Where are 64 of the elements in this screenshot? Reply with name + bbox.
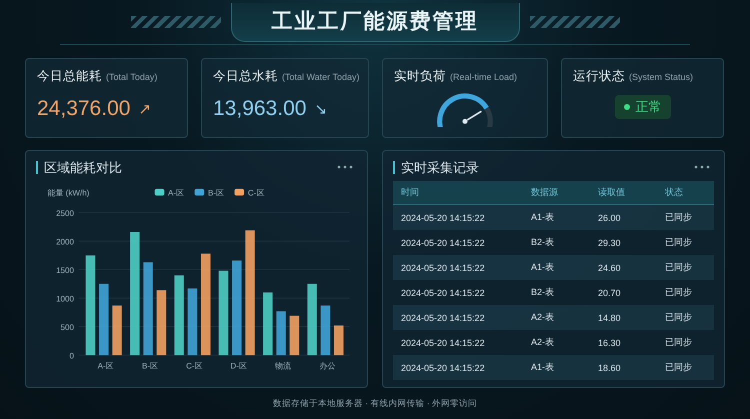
legend-swatch (194, 188, 204, 196)
status-badge: 正常 (614, 94, 670, 118)
table-cell-text: 2024-05-20 14:15:22 (401, 312, 486, 322)
table-cell-text: B2-表 (531, 286, 556, 299)
card-label: 今日总水耗 (213, 68, 278, 85)
table-cell-text: A1-表 (531, 261, 556, 274)
trend-arrow: ↘ (314, 100, 328, 118)
card-sublabel: (Real-time Load) (450, 72, 518, 82)
bar (290, 316, 300, 356)
more-icon[interactable] (694, 165, 710, 169)
card-label: 今日总能耗 (37, 68, 102, 85)
bar (156, 290, 166, 356)
table-cell-text: 2024-05-20 14:15:22 (401, 362, 486, 372)
card-sublabel: (Total Water Today) (282, 72, 360, 82)
card-sublabel: (Total Today) (106, 72, 158, 82)
legend-swatch (234, 188, 244, 196)
table-cell-text: 2024-05-20 14:15:22 (401, 288, 486, 298)
table-cell-text: A2-表 (531, 311, 556, 324)
table-cell-text: 2024-05-20 14:15:22 (401, 212, 486, 222)
legend-swatch (154, 188, 164, 196)
column-header: 时间 (401, 186, 420, 199)
table-cell-text: A2-表 (531, 336, 556, 349)
table-cell-text: 14.80 (598, 312, 622, 322)
bar (188, 288, 198, 356)
table-cell-text: 已同步 (665, 236, 693, 249)
table-cell-text: 18.60 (598, 362, 622, 372)
trend-arrow: ↗ (138, 100, 152, 118)
bar (276, 311, 286, 356)
panel-title: 区域能耗对比 (36, 160, 122, 174)
column-header: 读取值 (598, 186, 626, 199)
stat-value: 13,963.00 (213, 97, 306, 121)
column-header: 数据源 (531, 186, 559, 199)
table-cell-text: 29.30 (598, 238, 622, 248)
table-cell-text: 已同步 (665, 336, 693, 349)
table-cell-text: 已同步 (665, 311, 693, 324)
card-label: 运行状态 (573, 68, 625, 85)
table-cell-text: A1-表 (531, 361, 556, 374)
bar (334, 325, 344, 356)
bar (263, 292, 273, 356)
bar (320, 306, 330, 356)
table-cell-text: 已同步 (665, 261, 693, 274)
more-icon[interactable] (337, 165, 353, 169)
table-cell-text: 已同步 (665, 211, 693, 224)
table-cell-text: 2024-05-20 14:15:22 (401, 238, 486, 248)
bar (307, 284, 317, 356)
bar (112, 306, 122, 356)
table-cell-text: 已同步 (665, 286, 693, 299)
table-cell-text: 2024-05-20 14:15:22 (401, 338, 486, 348)
footer-note: 数据存储于本地服务器 · 有线内网传输 · 外网零访问 (272, 398, 478, 410)
table-cell-text: 2024-05-20 14:15:22 (401, 262, 486, 272)
stat-value: 24,376.00 (37, 97, 130, 121)
dashboard-title: 工业工厂能源费管理 (230, 2, 520, 42)
panel-title: 实时采集记录 (393, 160, 479, 174)
table-cell-text: 20.70 (598, 288, 622, 298)
column-header: 状态 (665, 186, 684, 199)
table-cell-text: 26.00 (598, 212, 622, 222)
table-cell-text: B2-表 (531, 236, 556, 249)
card-sublabel: (System Status) (629, 72, 694, 82)
table-cell-text: 已同步 (665, 361, 693, 374)
bar (99, 284, 109, 356)
card-label: 实时负荷 (394, 68, 446, 85)
table-cell-text: 16.30 (598, 338, 622, 348)
table-cell-text: 24.60 (598, 262, 622, 272)
table-cell-text: A1-表 (531, 211, 556, 224)
